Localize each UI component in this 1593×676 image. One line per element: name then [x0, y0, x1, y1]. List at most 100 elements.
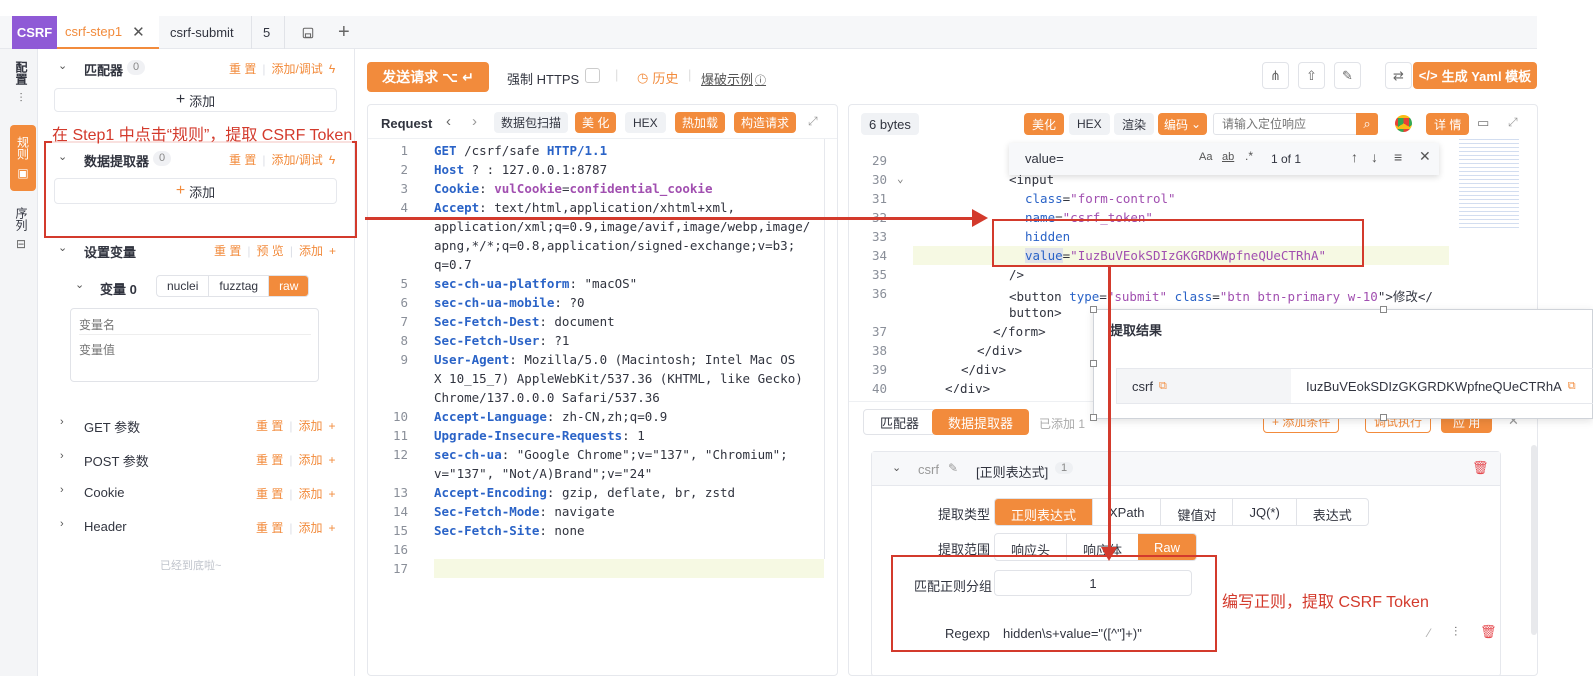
generate-yaml-button[interactable]: </> 生成 Yaml 模板: [1413, 62, 1537, 89]
extract-tab-matcher[interactable]: 匹配器: [863, 409, 937, 435]
editor-scrollbar[interactable]: [824, 139, 825, 559]
close-icon[interactable]: ✕: [132, 23, 145, 41]
section-add-button[interactable]: 添加: [298, 451, 322, 468]
request-hex-button[interactable]: HEX: [625, 112, 666, 133]
minimap[interactable]: [1459, 139, 1519, 229]
render-button[interactable]: 渲染: [1114, 113, 1155, 135]
swap-icon[interactable]: ⇄: [1385, 62, 1412, 89]
chevron-down-icon[interactable]: ⌄: [58, 241, 67, 254]
chrome-icon[interactable]: [1395, 115, 1412, 132]
section-title[interactable]: Cookie: [84, 485, 124, 500]
fullscreen-icon[interactable]: ⤢: [1508, 115, 1518, 130]
sliders-icon[interactable]: ⫶: [1454, 624, 1457, 640]
var-name-input[interactable]: [79, 315, 311, 335]
chevron-right-icon[interactable]: ›: [60, 484, 64, 496]
side-tab-sequence[interactable]: 序列 ⊟: [10, 207, 32, 251]
type-kv[interactable]: 键值对: [1160, 499, 1232, 525]
fullscreen-icon[interactable]: ⤢: [808, 114, 818, 129]
fold-icon[interactable]: ⌄: [897, 172, 904, 185]
copy-icon[interactable]: ⧉: [1159, 380, 1167, 393]
section-reset-button[interactable]: 重 置: [256, 519, 283, 536]
chevron-left-icon[interactable]: ‹: [446, 113, 451, 130]
force-https-checkbox[interactable]: [585, 68, 600, 83]
copy-icon[interactable]: ⧉: [1568, 380, 1576, 393]
edit-icon[interactable]: ✎: [948, 461, 958, 475]
vars-preview-button[interactable]: 预 览: [256, 242, 283, 259]
section-add-button[interactable]: 添加: [298, 485, 322, 502]
chevron-down-icon[interactable]: ⌄: [892, 461, 901, 474]
chevron-down-icon[interactable]: ⌄: [58, 59, 67, 72]
share-icon[interactable]: ⋔: [1262, 62, 1289, 89]
regex-icon[interactable]: .*: [1245, 149, 1253, 163]
export-icon[interactable]: ⇧: [1298, 62, 1325, 89]
section-reset-button[interactable]: 重 置: [256, 485, 283, 502]
annotation-box-extractor: [44, 141, 357, 238]
type-xpath[interactable]: XPath: [1092, 499, 1160, 525]
chevron-right-icon[interactable]: ›: [60, 416, 64, 428]
examples-link[interactable]: 爆破示例 ⓘ: [701, 69, 766, 88]
mode-fuzztag[interactable]: fuzztag: [209, 276, 270, 296]
save-icon[interactable]: [294, 16, 322, 49]
matcher-add-debug-button[interactable]: 添加/调试: [271, 60, 322, 77]
type-jq[interactable]: JQ(*): [1232, 499, 1295, 525]
detail-button[interactable]: 详 情: [1426, 113, 1470, 135]
type-expression[interactable]: 表达式: [1295, 499, 1368, 525]
section-title[interactable]: POST 参数: [84, 451, 149, 470]
section-reset-button[interactable]: 重 置: [256, 417, 283, 434]
send-request-button[interactable]: 发送请求 ⌥ ↵: [367, 62, 489, 92]
brush-icon[interactable]: ⁄: [1428, 626, 1430, 640]
vars-reset-button[interactable]: 重 置: [214, 242, 241, 259]
tab-csrf-step1[interactable]: csrf-step1 ✕: [57, 16, 159, 49]
arrow-down-icon[interactable]: ↓: [1371, 149, 1378, 165]
section-title[interactable]: GET 参数: [84, 417, 140, 436]
section-add-button[interactable]: 添加: [298, 519, 322, 536]
search-icon[interactable]: ⌕: [1356, 113, 1378, 135]
code-token: application/xml;q=0.9,image/avif,image/w…: [434, 219, 811, 234]
build-request-button[interactable]: 构造请求: [734, 112, 797, 133]
code-token: : "Google Chrome";v="137", "Chromium";: [501, 447, 788, 462]
edit-icon[interactable]: ✎: [1334, 62, 1361, 89]
add-tab-icon[interactable]: +: [330, 16, 358, 49]
var-value-input[interactable]: [79, 341, 311, 375]
scan-button[interactable]: 数据包扫描: [494, 112, 569, 133]
response-search-input[interactable]: [1213, 113, 1357, 135]
matcher-add-button[interactable]: + 添加: [54, 88, 337, 112]
mode-raw[interactable]: raw: [269, 276, 309, 296]
find-input-value[interactable]: value=: [1025, 151, 1064, 166]
hotload-button[interactable]: 热加载: [675, 112, 726, 133]
history-button[interactable]: ◷ 历史: [637, 68, 678, 87]
side-tab-config[interactable]: 配置 ⫶: [10, 61, 32, 105]
extractor-item-header[interactable]: [872, 452, 1500, 486]
request-beautify-button[interactable]: 美 化: [575, 112, 617, 133]
type-regex[interactable]: 正则表达式: [995, 499, 1093, 525]
extract-tab-extractor[interactable]: 数据提取器: [932, 409, 1030, 435]
side-tab-rules[interactable]: 规则 ▣: [10, 125, 36, 191]
chevron-right-icon[interactable]: ›: [60, 518, 64, 530]
section-add-button[interactable]: 添加: [298, 417, 322, 434]
request-editor[interactable]: 1 GET /csrf/safe HTTP/1.1 2 Host ? : 127.0.…: [368, 139, 825, 675]
arrow-up-icon[interactable]: ↑: [1351, 149, 1358, 165]
tab-csrf-submit[interactable]: csrf-submit: [162, 16, 252, 49]
whole-word-icon[interactable]: ab: [1222, 151, 1234, 163]
line-number: 5: [400, 276, 408, 291]
section-reset-button[interactable]: 重 置: [256, 451, 283, 468]
mode-nuclei[interactable]: nuclei: [157, 276, 210, 296]
trash-icon[interactable]: 🗑: [1472, 460, 1489, 476]
close-icon[interactable]: ✕: [1419, 148, 1431, 165]
vars-add-button[interactable]: 添加: [299, 242, 323, 259]
comment-icon[interactable]: ▭: [1477, 115, 1489, 131]
extract-scrollbar[interactable]: [1531, 445, 1537, 635]
brand-tab[interactable]: CSRF: [12, 16, 57, 49]
response-hex-button[interactable]: HEX: [1069, 113, 1110, 135]
section-title[interactable]: Header: [84, 519, 127, 534]
encoding-dropdown[interactable]: 编码 ⌄: [1158, 113, 1208, 135]
chevron-right-icon[interactable]: ›: [472, 113, 477, 130]
menu-icon[interactable]: ≡: [1394, 149, 1402, 165]
chevron-right-icon[interactable]: ›: [60, 450, 64, 462]
response-beautify-button[interactable]: 美化: [1024, 113, 1065, 135]
matcher-reset-button[interactable]: 重 置: [229, 60, 256, 77]
tab-count[interactable]: 5: [255, 16, 285, 49]
trash-icon[interactable]: 🗑: [1480, 624, 1497, 640]
chevron-down-icon[interactable]: ⌄: [75, 278, 84, 291]
match-case-icon[interactable]: Aa: [1199, 151, 1212, 163]
